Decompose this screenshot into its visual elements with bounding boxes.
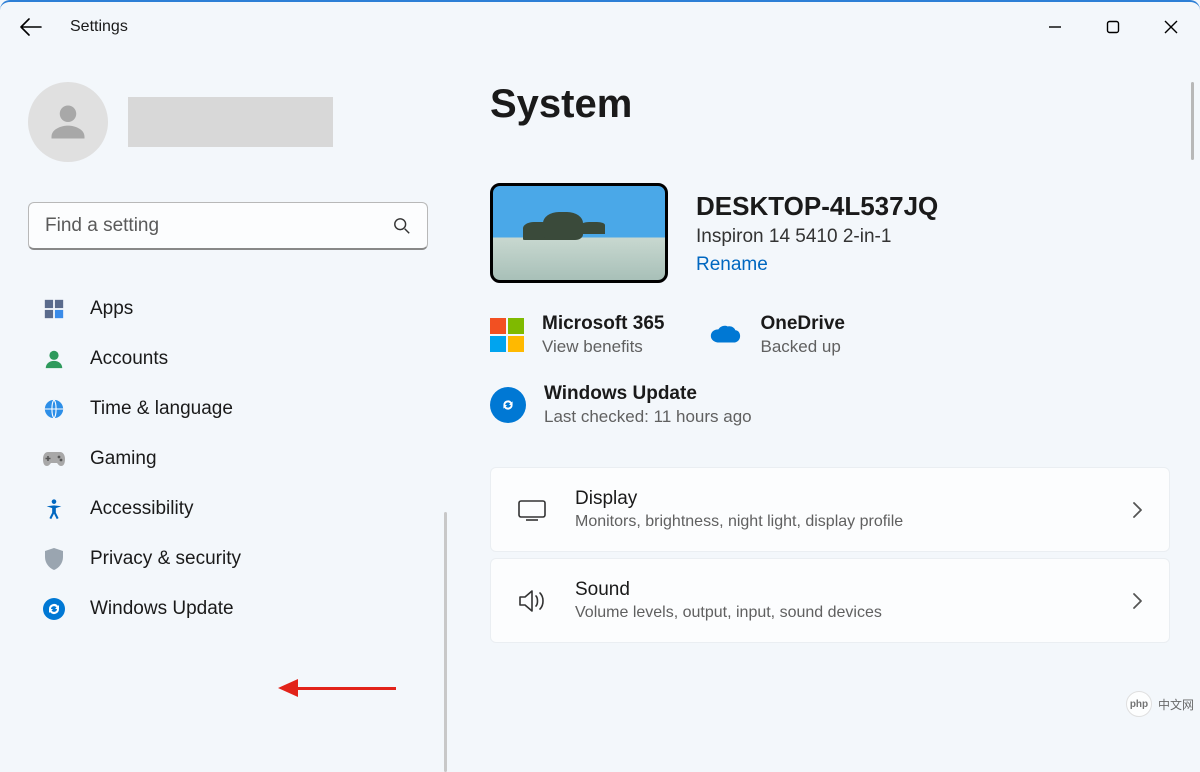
nav-item-gaming[interactable]: Gaming [28,434,425,484]
nav-list: Apps Accounts Time & language Gaming [28,284,425,634]
watermark: php 中文网 [1126,691,1194,717]
back-arrow-icon[interactable] [20,18,42,36]
li-text: Display Monitors, brightness, night ligh… [575,488,1103,531]
minimize-button[interactable] [1026,2,1084,52]
main-content: System DESKTOP-4L537JQ Inspiron 14 5410 … [445,52,1200,727]
sidebar: Apps Accounts Time & language Gaming [0,52,445,727]
windows-update-status[interactable]: Windows Update Last checked: 11 hours ag… [490,383,1170,427]
windows-update-icon [42,597,66,621]
status-tiles: Microsoft 365 View benefits OneDrive Bac… [490,313,1170,357]
tile-title: OneDrive [760,313,844,335]
nav-item-accounts[interactable]: Accounts [28,334,425,384]
nav-label: Accounts [90,348,168,370]
wu-title: Windows Update [544,383,752,405]
search-box[interactable] [28,202,428,250]
search-input[interactable] [45,215,393,237]
nav-label: Privacy & security [90,548,241,570]
chevron-right-icon [1131,501,1143,519]
tile-onedrive[interactable]: OneDrive Backed up [708,313,844,357]
sound-icon [517,586,547,616]
content-container: Apps Accounts Time & language Gaming [0,52,1200,727]
nav-label: Time & language [90,398,233,420]
chevron-right-icon [1131,592,1143,610]
maximize-button[interactable] [1084,2,1142,52]
page-title: System [490,82,1170,127]
nav-label: Apps [90,298,133,320]
microsoft-logo-icon [490,318,524,352]
avatar-icon [28,82,108,162]
device-row: DESKTOP-4L537JQ Inspiron 14 5410 2-in-1 … [490,183,1170,283]
nav-item-apps[interactable]: Apps [28,284,425,334]
li-title: Sound [575,579,1103,601]
user-account-row[interactable] [28,82,425,162]
main-scrollbar[interactable] [1191,82,1194,160]
tile-subtitle: Backed up [760,337,844,357]
window-controls [1026,2,1200,52]
privacy-security-icon [42,547,66,571]
wu-subtitle: Last checked: 11 hours ago [544,407,752,427]
li-text: Sound Volume levels, output, input, soun… [575,579,1103,622]
list-item-display[interactable]: Display Monitors, brightness, night ligh… [490,467,1170,552]
onedrive-icon [708,318,742,352]
tile-title: Microsoft 365 [542,313,664,335]
tile-text: Microsoft 365 View benefits [542,313,664,357]
nav-item-privacy-security[interactable]: Privacy & security [28,534,425,584]
li-subtitle: Volume levels, output, input, sound devi… [575,604,1103,622]
accessibility-icon [42,497,66,521]
device-name: DESKTOP-4L537JQ [696,191,938,222]
accounts-icon [42,347,66,371]
rename-link[interactable]: Rename [696,254,938,276]
li-title: Display [575,488,1103,510]
watermark-logo: php [1126,691,1152,717]
device-model: Inspiron 14 5410 2-in-1 [696,226,938,248]
nav-item-accessibility[interactable]: Accessibility [28,484,425,534]
tile-microsoft-365[interactable]: Microsoft 365 View benefits [490,313,664,357]
nav-item-time-language[interactable]: Time & language [28,384,425,434]
nav-label: Windows Update [90,598,234,620]
display-icon [517,495,547,525]
device-info: DESKTOP-4L537JQ Inspiron 14 5410 2-in-1 … [696,191,938,276]
tile-text: OneDrive Backed up [760,313,844,357]
titlebar: Settings [0,2,1200,52]
li-subtitle: Monitors, brightness, night light, displ… [575,513,1103,531]
app-title: Settings [70,18,128,36]
watermark-text: 中文网 [1158,696,1194,713]
list-item-sound[interactable]: Sound Volume levels, output, input, soun… [490,558,1170,643]
device-image [490,183,668,283]
nav-item-windows-update[interactable]: Windows Update [28,584,425,634]
tile-subtitle: View benefits [542,337,664,357]
titlebar-left: Settings [20,18,128,36]
nav-label: Accessibility [90,498,193,520]
apps-icon [42,297,66,321]
wu-text: Windows Update Last checked: 11 hours ag… [544,383,752,427]
time-language-icon [42,397,66,421]
close-button[interactable] [1142,2,1200,52]
gaming-icon [42,447,66,471]
nav-label: Gaming [90,448,157,470]
user-name-placeholder [128,97,333,147]
windows-update-circle-icon [490,387,526,423]
search-icon[interactable] [393,217,411,235]
